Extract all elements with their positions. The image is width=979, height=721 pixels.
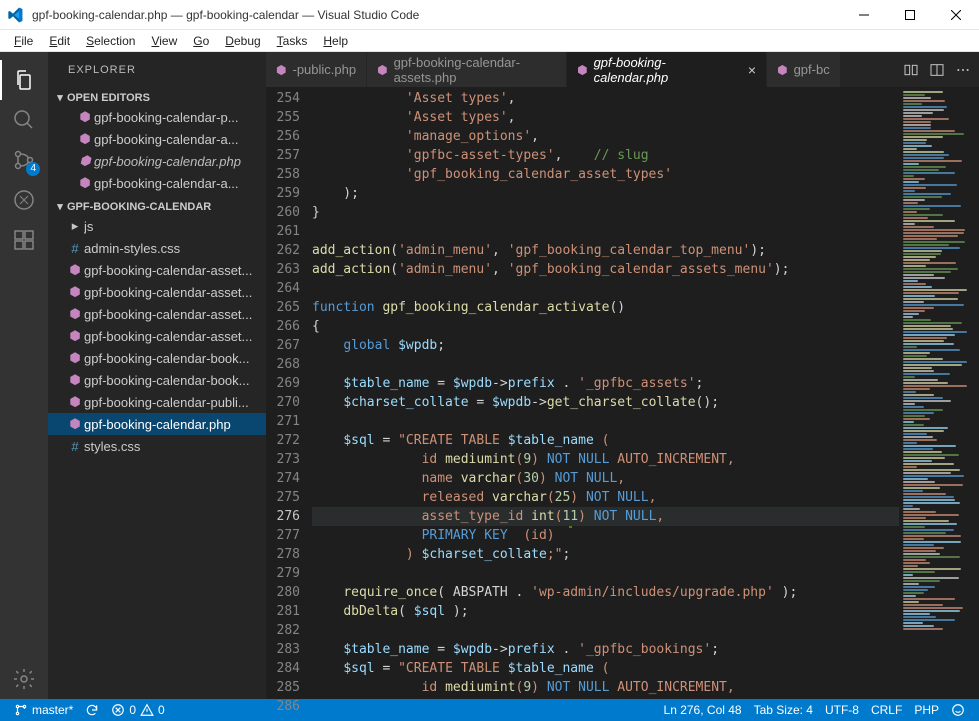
minimize-button[interactable] — [841, 0, 887, 30]
php-icon: ⬢ — [66, 394, 84, 410]
tab-bar: ⬢-public.php⬢gpf-booking-calendar-assets… — [266, 52, 979, 87]
file-tree-item[interactable]: ⬢gpf-booking-calendar-publi... — [48, 391, 266, 413]
source-control-icon[interactable]: 4 — [0, 140, 48, 180]
menu-file[interactable]: File — [6, 34, 41, 48]
explorer-icon[interactable] — [0, 60, 48, 100]
open-editor-item[interactable]: ⬢gpf-booking-calendar.php — [48, 150, 266, 172]
php-icon: ⬢ — [76, 109, 94, 125]
file-tree-item[interactable]: #admin-styles.css — [48, 237, 266, 259]
php-icon: ⬢ — [66, 372, 84, 388]
file-tree-item[interactable]: ⬢gpf-booking-calendar-book... — [48, 347, 266, 369]
php-icon: ⬢ — [276, 63, 286, 77]
open-editor-item[interactable]: ⬢gpf-booking-calendar-a... — [48, 172, 266, 194]
php-icon: ⬢ — [66, 350, 84, 366]
editor-tab[interactable]: ⬢gpf-booking-calendar-assets.php — [367, 52, 567, 87]
file-tree-item[interactable]: ⬢gpf-booking-calendar-asset... — [48, 281, 266, 303]
php-icon: ⬢ — [377, 63, 387, 77]
menu-go[interactable]: Go — [185, 34, 217, 48]
editor-area: ⬢-public.php⬢gpf-booking-calendar-assets… — [266, 52, 979, 699]
php-icon: ⬢ — [76, 131, 94, 147]
php-icon: ⬢ — [66, 262, 84, 278]
editor-body[interactable]: 2542552562572582592602612622632642652662… — [266, 87, 979, 699]
file-tree-item[interactable]: ▸js — [48, 215, 266, 237]
eol[interactable]: CRLF — [865, 703, 908, 717]
close-icon[interactable]: × — [748, 62, 756, 78]
php-icon: ⬢ — [66, 328, 84, 344]
split-icon[interactable] — [929, 62, 945, 78]
search-icon[interactable] — [0, 100, 48, 140]
feedback-icon[interactable] — [945, 703, 971, 717]
menu-debug[interactable]: Debug — [217, 34, 268, 48]
file-tree-item[interactable]: ⬢gpf-booking-calendar-book... — [48, 369, 266, 391]
php-icon: ⬢ — [76, 153, 94, 169]
menu-help[interactable]: Help — [315, 34, 356, 48]
editor-tab[interactable]: ⬢gpf-booking-calendar.php× — [567, 52, 767, 87]
chevron-down-icon: ▾ — [53, 200, 67, 213]
code-content[interactable]: 'Asset types', 'Asset types', 'manage_op… — [312, 87, 899, 699]
php-icon: ⬢ — [76, 175, 94, 191]
cursor-position[interactable]: Ln 276, Col 48 — [658, 703, 748, 717]
debug-icon[interactable] — [0, 180, 48, 220]
encoding[interactable]: UTF-8 — [819, 703, 865, 717]
problems[interactable]: 0 0 — [105, 703, 170, 717]
indent[interactable]: Tab Size: 4 — [748, 703, 819, 717]
open-editor-item[interactable]: ⬢gpf-booking-calendar-a... — [48, 128, 266, 150]
minimap[interactable] — [899, 87, 979, 699]
compare-icon[interactable] — [903, 62, 919, 78]
php-icon: ⬢ — [577, 63, 587, 77]
project-header[interactable]: ▾ GPF-BOOKING-CALENDAR — [48, 198, 266, 215]
php-icon: ⬢ — [66, 416, 84, 432]
php-icon: ⬢ — [66, 284, 84, 300]
activity-bar: 4 — [0, 52, 48, 699]
menu-edit[interactable]: Edit — [41, 34, 78, 48]
titlebar: gpf-booking-calendar.php — gpf-booking-c… — [0, 0, 979, 30]
folder-icon: ▸ — [66, 218, 84, 234]
editor-tab[interactable]: ⬢-public.php — [266, 52, 367, 87]
window-title: gpf-booking-calendar.php — gpf-booking-c… — [30, 8, 841, 22]
open-editors-header[interactable]: ▾ OPEN EDITORS — [48, 89, 266, 106]
menubar: FileEditSelectionViewGoDebugTasksHelp — [0, 30, 979, 52]
sidebar-title: EXPLORER — [48, 52, 266, 87]
file-tree-item[interactable]: ⬢gpf-booking-calendar-asset... — [48, 325, 266, 347]
editor-tab[interactable]: ⬢gpf-bc — [767, 52, 841, 87]
vscode-icon — [0, 7, 30, 23]
line-gutter: 2542552562572582592602612622632642652662… — [266, 87, 312, 699]
menu-tasks[interactable]: Tasks — [269, 34, 316, 48]
status-bar: master* 0 0 Ln 276, Col 48 Tab Size: 4 U… — [0, 699, 979, 721]
settings-icon[interactable] — [0, 659, 48, 699]
maximize-button[interactable] — [887, 0, 933, 30]
css-icon: # — [66, 241, 84, 256]
chevron-down-icon: ▾ — [53, 91, 67, 104]
php-icon: ⬢ — [777, 63, 787, 77]
language[interactable]: PHP — [908, 703, 945, 717]
sidebar: EXPLORER ▾ OPEN EDITORS ⬢gpf-booking-cal… — [48, 52, 266, 699]
file-tree-item[interactable]: ⬢gpf-booking-calendar-asset... — [48, 259, 266, 281]
tab-actions — [903, 52, 979, 87]
sync-icon[interactable] — [79, 703, 105, 717]
scm-badge: 4 — [26, 162, 40, 176]
menu-view[interactable]: View — [143, 34, 185, 48]
window-controls — [841, 0, 979, 30]
css-icon: # — [66, 439, 84, 454]
more-icon[interactable] — [955, 62, 971, 78]
file-tree-item[interactable]: #styles.css — [48, 435, 266, 457]
file-tree-item[interactable]: ⬢gpf-booking-calendar.php — [48, 413, 266, 435]
php-icon: ⬢ — [66, 306, 84, 322]
close-button[interactable] — [933, 0, 979, 30]
git-branch[interactable]: master* — [8, 703, 79, 717]
menu-selection[interactable]: Selection — [78, 34, 143, 48]
open-editor-item[interactable]: ⬢gpf-booking-calendar-p... — [48, 106, 266, 128]
file-tree-item[interactable]: ⬢gpf-booking-calendar-asset... — [48, 303, 266, 325]
extensions-icon[interactable] — [0, 220, 48, 260]
